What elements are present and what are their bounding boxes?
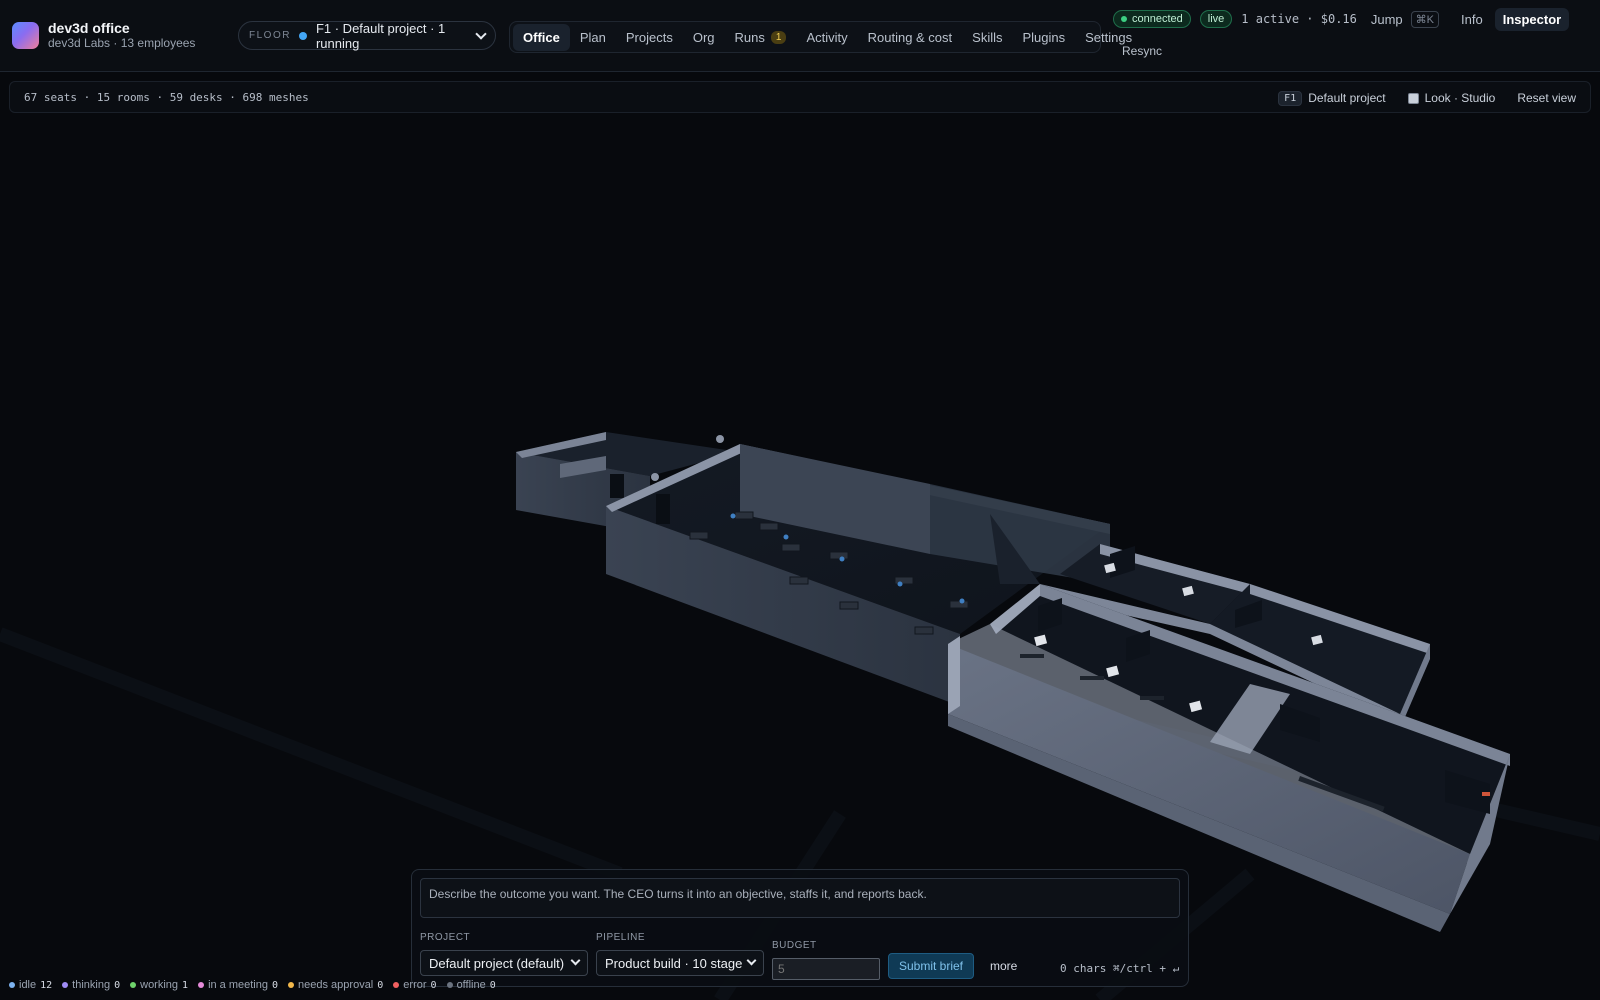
legend-idle-count: 12 [40,979,53,991]
legend-error-dot [393,982,400,988]
legend-error-count: 0 [430,979,437,991]
legend-error: error 0 [393,979,437,991]
legend-thinking-label: thinking [72,979,111,991]
live-badge: live [1199,10,1233,28]
scene-stats-bar: 67 seats · 15 rooms · 59 desks · 698 mes… [9,81,1591,113]
tab-plugins[interactable]: Plugins [1013,24,1076,51]
app-logo [12,22,39,49]
legend-working-label: working [140,979,179,991]
brief-composer: PROJECT Default project (default) PIPELI… [411,869,1189,987]
brand[interactable]: dev3d office dev3d Labs · 13 employees [12,20,195,51]
main-nav: Office Plan Projects Org Runs 1 Activity … [509,21,1132,53]
tab-activity-label: Activity [806,29,848,45]
tab-plugins-label: Plugins [1022,29,1066,45]
live-label: live [1207,13,1225,25]
floor-status-dot [298,31,307,40]
legend-thinking-count: 0 [114,979,121,991]
runs-count-badge: 1 [770,30,787,44]
tab-routing-cost[interactable]: Routing & cost [858,24,963,51]
tab-skills[interactable]: Skills [962,24,1012,51]
connected-label: connected [1132,13,1183,25]
tab-skills-label: Skills [972,29,1003,45]
app-title: dev3d office [48,20,130,36]
tab-projects[interactable]: Projects [616,24,683,51]
tab-plan-label: Plan [579,29,606,45]
connected-dot [1121,16,1127,22]
connected-badge: connected [1113,10,1191,28]
resync-button[interactable]: Resync [1122,44,1162,58]
legend-in-meeting-count: 0 [272,979,279,991]
legend-in-meeting-label: in a meeting [208,979,268,991]
legend-idle-label: idle [19,979,37,991]
legend-needs-approval-dot [288,982,295,988]
tab-org-label: Org [692,29,715,45]
legend-working-count: 1 [182,979,189,991]
more-button[interactable]: more [990,959,1017,973]
status-legend: idle 12 thinking 0 working 1 in a meeting 0 … [9,979,506,991]
legend-working-dot [130,982,137,988]
status-area: connected live 1 active · $0.16 Jump ⌘K … [1113,7,1570,31]
office-3d-canvas[interactable] [0,114,1600,1000]
submit-brief-button[interactable]: Submit brief [888,953,974,979]
tab-projects-label: Projects [625,29,673,45]
char-count: 0 chars ⌘/ctrl + ↵ [1060,962,1180,975]
tab-runs-label: Runs [734,29,765,45]
legend-in-meeting-dot [198,982,205,988]
info-button[interactable]: Info [1461,12,1483,27]
tab-office-label: Office [523,29,560,45]
legend-needs-approval: needs approval 0 [288,979,383,991]
active-cost-summary: 1 active · $0.16 [1241,12,1357,26]
tab-settings-label: Settings [1085,29,1133,45]
legend-offline-dot [446,982,453,988]
jump-shortcut: ⌘K [1410,10,1440,28]
legend-error-label: error [403,979,427,991]
pipeline-select[interactable]: Product build · 10 stage [596,950,764,976]
scene-stats: 67 seats · 15 rooms · 59 desks · 698 mes… [24,91,309,104]
tab-activity[interactable]: Activity [796,24,857,51]
legend-offline-count: 0 [489,979,496,991]
chevron-down-icon [746,955,757,966]
legend-in-meeting: in a meeting 0 [198,979,278,991]
look-label: Look · Studio [1424,91,1496,105]
app-subtitle: dev3d Labs · 13 employees [48,36,196,50]
tab-office[interactable]: Office [513,23,570,51]
look-toggle[interactable]: Look · Studio [1407,91,1496,105]
floor-tag: F1 [1278,90,1303,106]
project-label: PROJECT [420,932,471,943]
legend-needs-approval-label: needs approval [298,979,374,991]
pipeline-select-value: Product build · 10 stage [605,955,743,971]
tab-routing-cost-label: Routing & cost [867,29,953,45]
legend-offline-label: offline [456,979,486,991]
legend-needs-approval-count: 0 [377,979,384,991]
legend-working: working 1 [130,979,188,991]
look-checkbox[interactable] [1407,92,1419,104]
top-bar: dev3d office dev3d Labs · 13 employees F… [0,0,1600,72]
jump-button[interactable]: Jump [1371,12,1403,27]
project-link[interactable]: Default project [1308,91,1385,105]
legend-thinking: thinking 0 [62,979,120,991]
chevron-down-icon [570,955,581,966]
legend-thinking-dot [62,982,69,988]
legend-idle: idle 12 [9,979,52,991]
chevron-down-icon [475,27,487,40]
tab-plan[interactable]: Plan [570,24,616,51]
project-select-value: Default project (default) [429,955,565,971]
floor-value: F1 · Default project · 1 running [315,20,446,51]
tab-org[interactable]: Org [683,24,725,51]
pipeline-label: PIPELINE [596,932,646,943]
floor-selector[interactable]: FLOOR F1 · Default project · 1 running [238,20,496,51]
office-3d-render[interactable] [0,114,1600,1000]
inspector-button[interactable]: Inspector [1494,7,1570,31]
floor-label: FLOOR [249,30,291,41]
legend-idle-dot [9,982,15,988]
budget-label: BUDGET [772,940,817,951]
scene-controls: F1 Default project Look · Studio Reset v… [1278,88,1576,108]
legend-offline: offline 0 [446,979,496,991]
tab-runs[interactable]: Runs 1 [725,24,797,51]
reset-view-button[interactable]: Reset view [1517,91,1576,105]
budget-input[interactable] [772,958,880,980]
project-select[interactable]: Default project (default) [420,950,588,976]
brief-input[interactable] [420,878,1180,918]
